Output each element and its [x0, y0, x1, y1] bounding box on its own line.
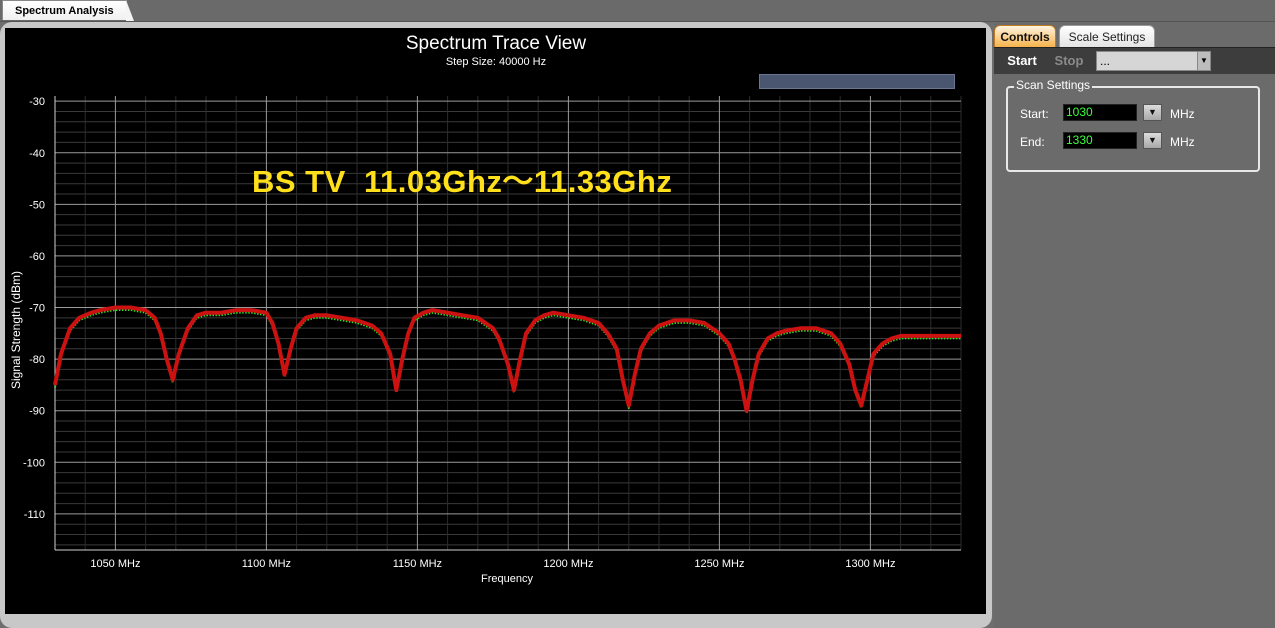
- x-tick-label: 1250 MHz: [694, 558, 744, 570]
- y-tick-label: -40: [29, 148, 45, 160]
- y-tick-label: -110: [24, 509, 45, 521]
- y-tick-label: -70: [29, 303, 45, 315]
- device-select-value: ...: [1100, 54, 1111, 68]
- chevron-down-icon[interactable]: ▼: [1197, 52, 1210, 70]
- end-unit-label: MHz: [1170, 135, 1195, 149]
- y-tick-label: -30: [29, 96, 45, 108]
- chart-title: Spectrum Trace View: [406, 33, 587, 54]
- stop-button[interactable]: Stop: [1046, 51, 1092, 71]
- x-tick-label: 1150 MHz: [393, 558, 442, 570]
- x-tick-label: 1200 MHz: [543, 558, 593, 570]
- y-tick-label: -90: [29, 406, 45, 418]
- controls-panel: Controls Scale Settings Start Stop ... ▼…: [994, 22, 1275, 628]
- y-tick-label: -60: [29, 251, 45, 263]
- scan-progress-bar: [759, 74, 955, 89]
- y-tick-label: -80: [29, 354, 45, 366]
- start-spinner-down-icon[interactable]: ▼: [1143, 104, 1162, 121]
- chart-area: Spectrum Trace View Step Size: 40000 Hz …: [5, 28, 986, 614]
- x-tick-label: 1100 MHz: [242, 558, 291, 570]
- y-tick-label: -100: [23, 457, 45, 469]
- start-label: Start:: [1020, 107, 1049, 121]
- scan-settings-title: Scan Settings: [1014, 78, 1093, 92]
- tab-controls[interactable]: Controls: [994, 25, 1056, 47]
- x-tick-label: 1050 MHz: [90, 558, 140, 570]
- chart-subtitle: Step Size: 40000 Hz: [446, 56, 546, 68]
- device-select[interactable]: ... ▼: [1096, 51, 1211, 71]
- x-tick-label: 1300 MHz: [845, 558, 895, 570]
- top-tab-strip: Spectrum Analysis: [0, 0, 1275, 22]
- start-unit-label: MHz: [1170, 107, 1195, 121]
- start-button[interactable]: Start: [998, 51, 1046, 71]
- x-axis-label: Frequency: [481, 573, 533, 585]
- scan-toolbar: Start Stop ... ▼: [994, 47, 1275, 74]
- end-label: End:: [1020, 135, 1045, 149]
- tab-scale-settings[interactable]: Scale Settings: [1059, 25, 1155, 47]
- chart-panel: Spectrum Trace View Step Size: 40000 Hz …: [0, 22, 992, 628]
- tab-spectrum-analysis[interactable]: Spectrum Analysis: [2, 0, 134, 21]
- start-frequency-input[interactable]: 1030: [1063, 104, 1137, 121]
- y-axis-label: Signal Strength (dBm): [9, 271, 23, 389]
- y-tick-label: -50: [29, 199, 45, 211]
- spectrum-chart: Spectrum Trace View Step Size: 40000 Hz …: [9, 33, 962, 585]
- end-frequency-input[interactable]: 1330: [1063, 132, 1137, 149]
- end-spinner-down-icon[interactable]: ▼: [1143, 132, 1162, 149]
- band-annotation-text: BS TV 11.03Ghz～11.33Ghz: [252, 164, 673, 199]
- scan-settings-group: Scan Settings Start: 1030 ▼ MHz End: 133…: [1006, 78, 1260, 172]
